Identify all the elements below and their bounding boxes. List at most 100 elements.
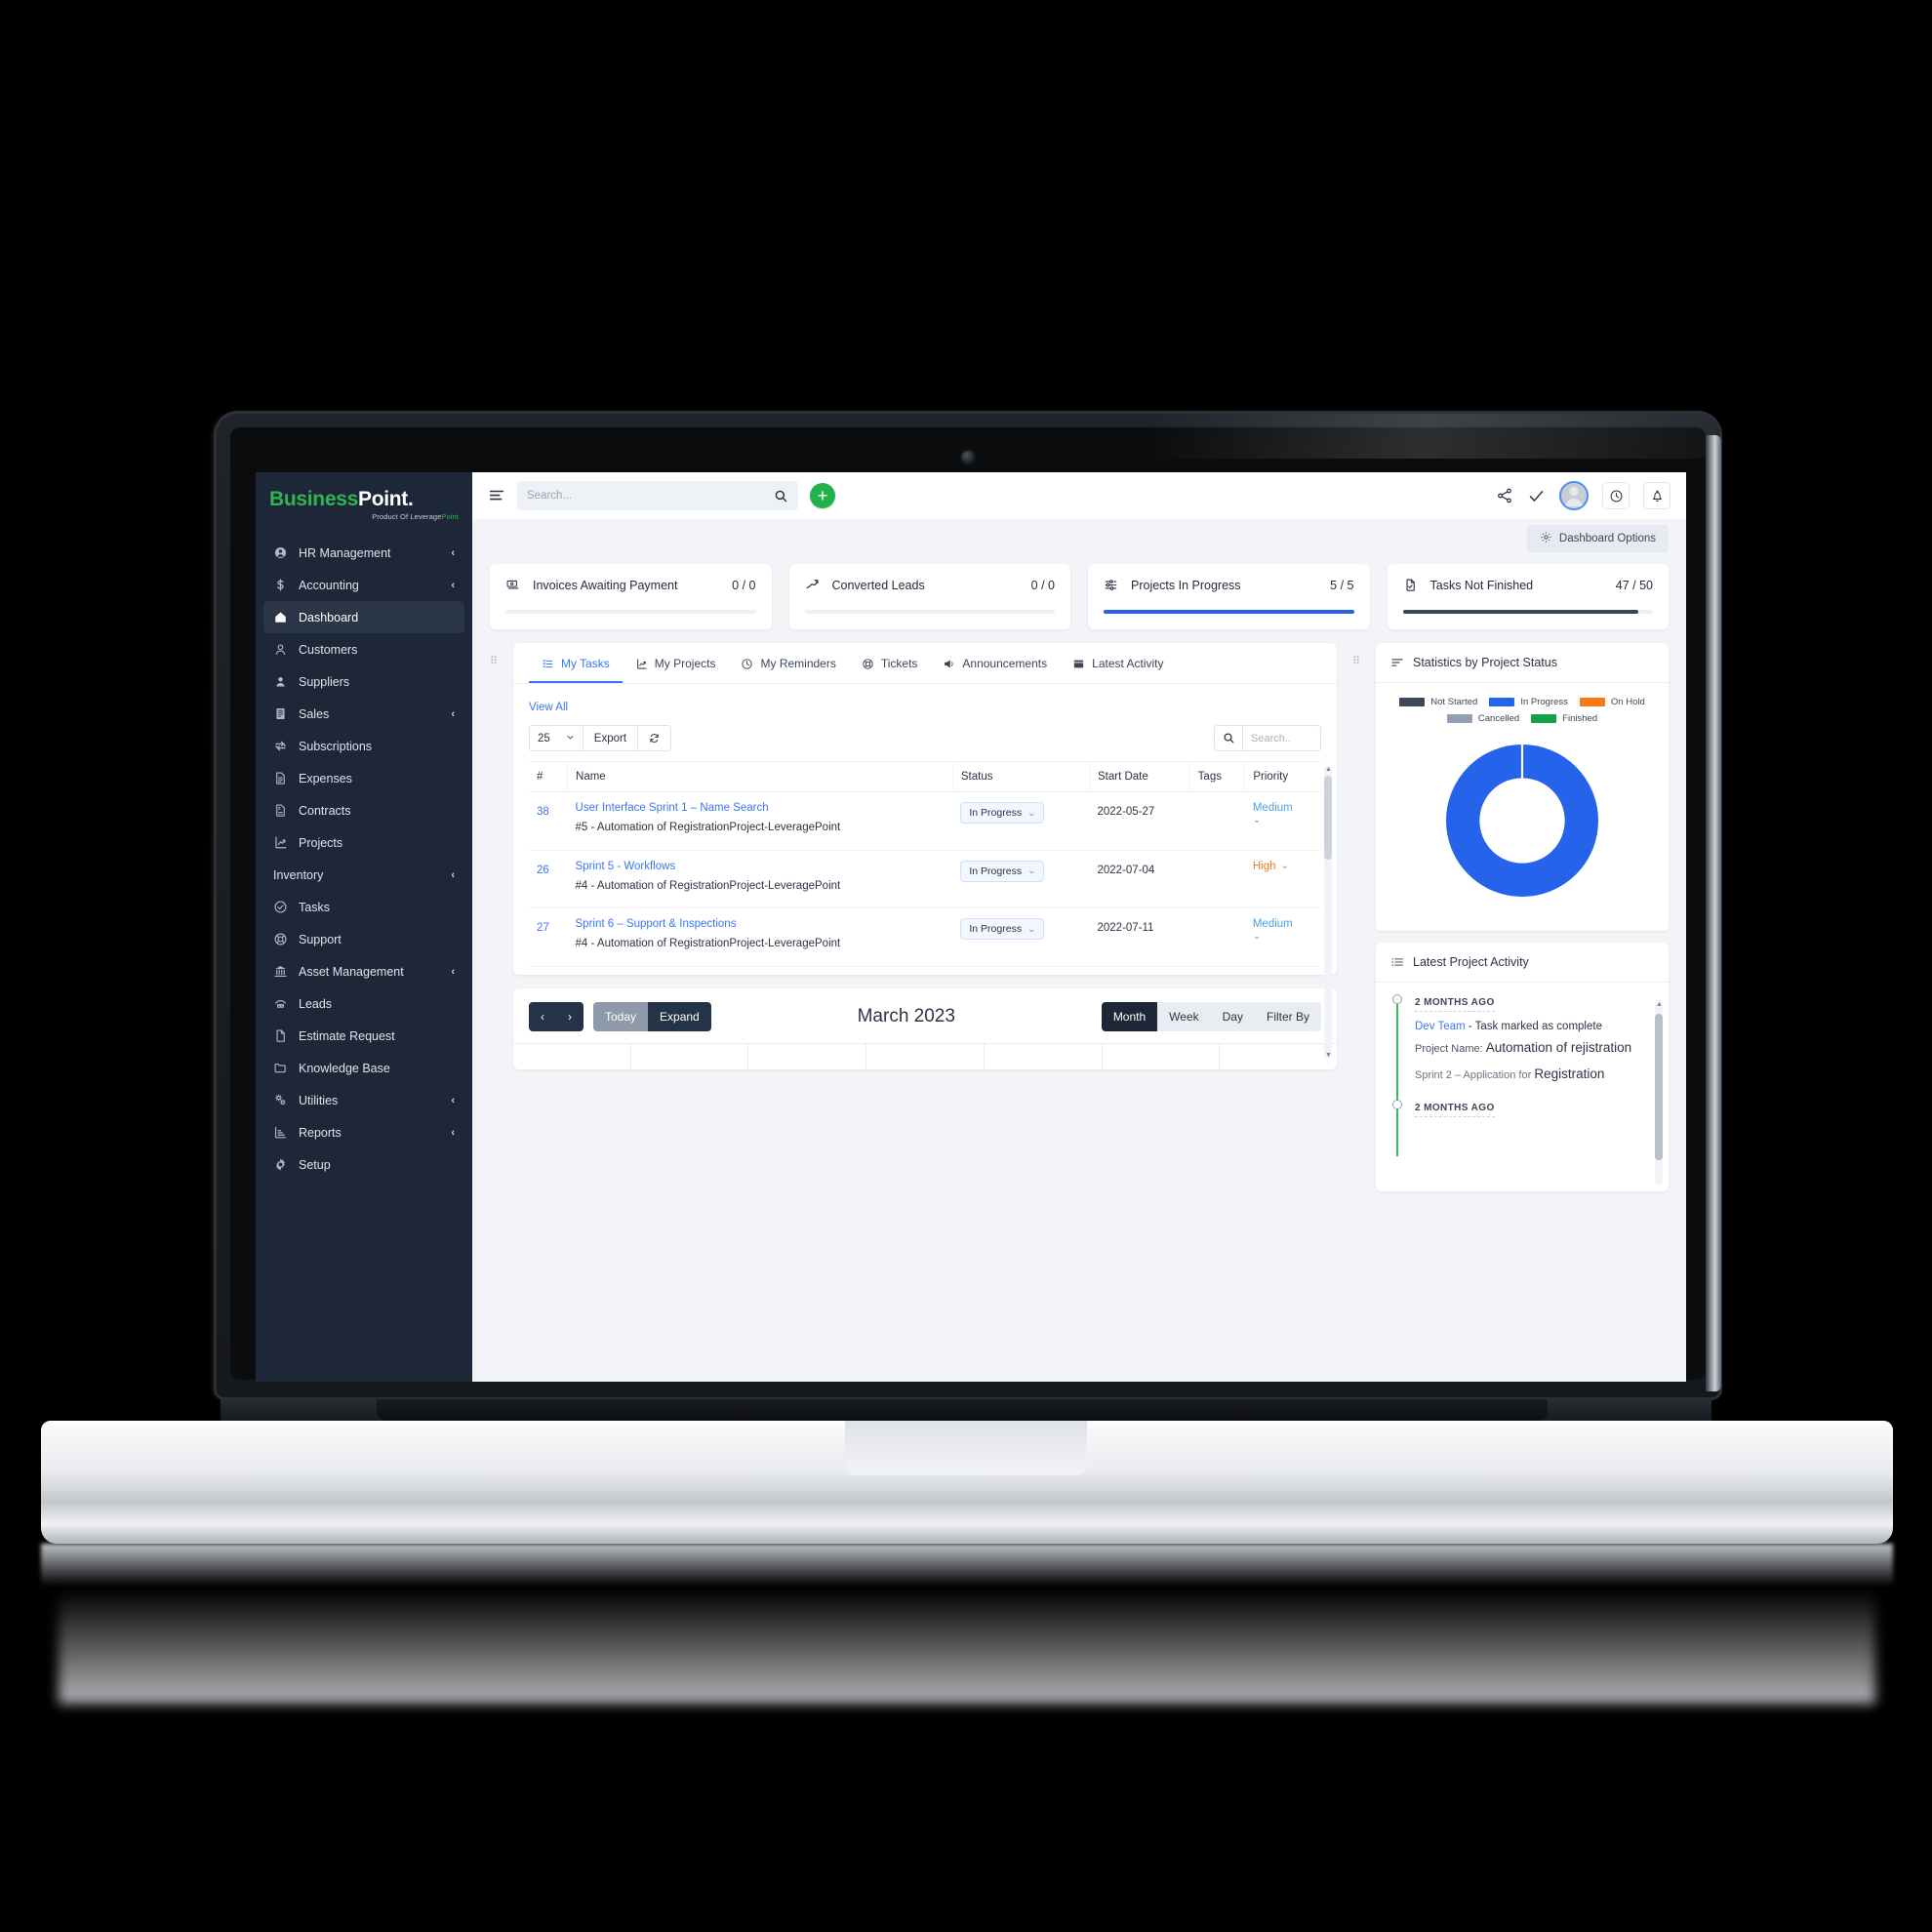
task-id[interactable]: 27 [537,922,549,934]
table-column-header[interactable]: Start Date [1089,761,1190,792]
view-all-link[interactable]: View All [529,702,568,713]
sidebar-item-projects[interactable]: Projects [263,826,464,859]
task-name-link[interactable]: Sprint 5 - Workflows [576,861,946,872]
bell-icon[interactable] [1643,482,1670,509]
priority-wrap[interactable]: High ⌄ [1253,861,1313,872]
chevron-left-icon[interactable]: ‹ [451,869,455,881]
table-row[interactable]: 26 Sprint 5 - Workflows #4 - Automation of… [529,850,1321,909]
task-name-link[interactable]: User Interface Sprint 1 – Name Search [576,802,946,814]
activity-scrollbar[interactable]: ▲ [1655,1000,1663,1186]
chevron-down-icon[interactable]: ⌄ [1027,808,1035,819]
page-size-select[interactable]: 25 [529,725,584,751]
task-id[interactable]: 38 [537,806,549,818]
status-badge[interactable]: In Progress ⌄ [960,802,1045,824]
stat-card[interactable]: Projects In Progress 5 / 5 [1088,564,1370,629]
table-column-header[interactable]: # [529,761,569,792]
sidebar-item-knowledge-base[interactable]: Knowledge Base [263,1052,464,1084]
chevron-left-icon[interactable]: ‹ [451,547,455,559]
task-name-link[interactable]: Sprint 6 – Support & Inspections [576,918,946,930]
calendar-view-day[interactable]: Day [1210,1002,1255,1032]
calendar-expand-button[interactable]: Expand [648,1002,711,1032]
donut-slice[interactable] [1445,744,1599,898]
calendar-cell[interactable] [866,1044,985,1070]
tab-tickets[interactable]: Tickets [849,643,931,683]
activity-actor[interactable]: Dev Team [1415,1021,1466,1032]
sidebar-item-reports[interactable]: Reports ‹ [263,1116,464,1148]
calendar-cell[interactable] [985,1044,1103,1070]
sidebar-item-leads[interactable]: Leads [263,987,464,1020]
add-new-button[interactable]: + [810,483,835,508]
chevron-down-icon[interactable]: ⌄ [1253,931,1261,942]
scroll-down-icon[interactable]: ▼ [1325,1052,1332,1059]
table-column-header[interactable]: Status [952,761,1090,792]
search-icon[interactable] [774,489,788,503]
panel-drag-handle-right[interactable]: ⠿ [1352,643,1360,667]
priority-wrap[interactable]: Medium ⌄ [1253,918,1313,942]
calendar-cell[interactable] [631,1044,749,1070]
calendar-view-month[interactable]: Month [1101,1002,1158,1032]
tab-my-reminders[interactable]: My Reminders [728,643,848,683]
chevron-left-icon[interactable]: ‹ [451,580,455,591]
task-id[interactable]: 26 [537,865,549,876]
sidebar-item-sales[interactable]: Sales ‹ [263,698,464,730]
avatar[interactable] [1559,481,1589,510]
tab-latest-activity[interactable]: Latest Activity [1060,643,1176,683]
sidebar-item-asset-management[interactable]: Asset Management ‹ [263,955,464,987]
activity-item[interactable]: 2 MONTHS AGO [1392,1098,1655,1118]
chevron-left-icon[interactable]: ‹ [451,708,455,720]
legend-item[interactable]: On Hold [1579,697,1645,707]
legend-item[interactable]: Finished [1531,713,1597,724]
export-button[interactable]: Export [583,725,639,751]
tasks-table-scrollbar[interactable]: ▲ ▼ [1324,766,1332,1059]
calendar-cell[interactable] [513,1044,631,1070]
table-column-header[interactable]: Priority [1244,761,1321,792]
scroll-up-icon[interactable]: ▲ [1325,766,1332,773]
calendar-cell[interactable] [748,1044,867,1070]
chevron-left-icon[interactable]: ‹ [451,1095,455,1107]
legend-item[interactable]: Not Started [1399,697,1477,707]
chevron-down-icon[interactable]: ⌄ [1281,861,1289,871]
sidebar-item-contracts[interactable]: Contracts [263,794,464,826]
sidebar-item-accounting[interactable]: Accounting ‹ [263,569,464,601]
calendar-prev-button[interactable]: ‹ [529,1002,556,1032]
calendar-view-week[interactable]: Week [1157,1002,1211,1032]
chevron-left-icon[interactable]: ‹ [451,1127,455,1139]
menu-toggle-icon[interactable] [488,487,505,504]
table-column-header[interactable]: Name [567,761,953,792]
legend-item[interactable]: In Progress [1489,697,1568,707]
sidebar-item-dashboard[interactable]: Dashboard [263,601,464,634]
tab-my-projects[interactable]: My Projects [623,643,729,683]
chevron-down-icon[interactable]: ⌄ [1253,815,1261,825]
sidebar-item-inventory[interactable]: Inventory ‹ [263,859,464,891]
stat-card[interactable]: Invoices Awaiting Payment 0 / 0 [490,564,772,629]
calendar-view-filter-by[interactable]: Filter By [1254,1002,1321,1032]
refresh-icon[interactable] [638,725,672,751]
chevron-down-icon[interactable]: ⌄ [1027,924,1035,935]
tab-my-tasks[interactable]: My Tasks [529,643,623,683]
calendar-cell[interactable] [1103,1044,1221,1070]
calendar-cell[interactable] [1220,1044,1337,1069]
panel-drag-handle-left[interactable]: ⠿ [490,643,498,667]
sidebar-item-suppliers[interactable]: Suppliers [263,665,464,698]
sidebar-item-hr-management[interactable]: HR Management ‹ [263,537,464,569]
brand-logo[interactable]: BusinessPoint. Product Of LeveragePoint [256,472,472,533]
chevron-left-icon[interactable]: ‹ [451,966,455,978]
dashboard-options-button[interactable]: Dashboard Options [1526,525,1669,552]
sidebar-item-estimate-request[interactable]: Estimate Request [263,1020,464,1052]
sidebar-item-utilities[interactable]: Utilities ‹ [263,1084,464,1116]
sidebar-item-subscriptions[interactable]: Subscriptions [263,730,464,762]
sidebar-item-support[interactable]: Support [263,923,464,955]
sidebar-item-customers[interactable]: Customers [263,633,464,665]
table-column-header[interactable]: Tags [1189,761,1246,792]
priority-wrap[interactable]: Medium ⌄ [1253,802,1313,825]
scrollbar-thumb[interactable] [1324,776,1332,860]
stat-card[interactable]: Tasks Not Finished 47 / 50 [1387,564,1669,629]
status-badge[interactable]: In Progress ⌄ [960,918,1045,941]
sidebar-item-tasks[interactable]: Tasks [263,891,464,923]
check-icon[interactable] [1527,487,1546,505]
activity-scroll-up-icon[interactable]: ▲ [1656,1001,1663,1008]
tab-announcements[interactable]: Announcements [930,643,1060,683]
share-icon[interactable] [1496,487,1513,504]
activity-item[interactable]: 2 MONTHS AGO Dev Team - Task marked as co… [1392,992,1655,1084]
table-row[interactable]: 38 User Interface Sprint 1 – Name Search #… [529,791,1321,851]
